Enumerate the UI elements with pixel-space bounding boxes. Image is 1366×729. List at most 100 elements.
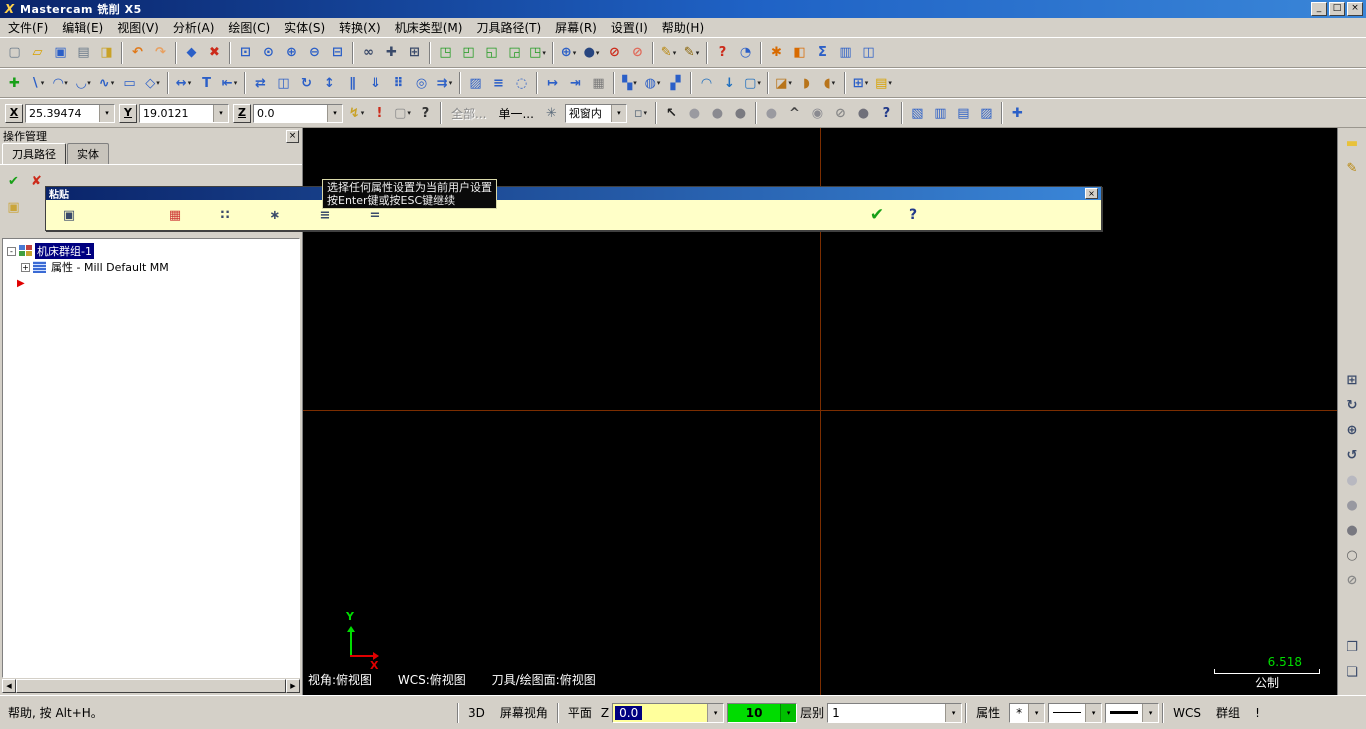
operations-manager-header[interactable]: 操作管理 × <box>0 128 302 144</box>
view-side[interactable]: ◲ <box>503 41 526 64</box>
z-depth-value[interactable]: 0.0 <box>615 705 643 720</box>
point-style-combo[interactable]: * ▾ <box>1009 702 1046 723</box>
selection-window-combo[interactable]: 视窗内 ▾ <box>564 103 627 123</box>
code-expert[interactable]: ▥ <box>834 41 857 64</box>
dynamic-rotate[interactable]: ∞ <box>357 41 380 64</box>
dimension-smart-dropdown[interactable]: ▾ <box>188 79 192 87</box>
fit-screen[interactable]: ⊞ <box>403 41 426 64</box>
line-width-combo[interactable]: ▾ <box>1105 702 1160 723</box>
title-bar[interactable]: X Mastercam 铣削 X5 _ □ × <box>0 0 1366 18</box>
wcs-planes[interactable]: ⊕ ▾ <box>557 41 580 64</box>
menu-edit[interactable]: 编辑(E) <box>55 17 110 38</box>
solid-fillet[interactable]: ◖ ▾ <box>818 72 841 95</box>
select-single-button[interactable]: 单一... <box>492 103 539 124</box>
create-fillet-dropdown[interactable]: ▾ <box>87 79 91 87</box>
tab-toolpaths[interactable]: 刀具路径 <box>2 143 66 164</box>
paste-ribbon-dialog[interactable]: 粘贴 × ▣ ▦ ∷ ∗ ≡ = ✔ ? <box>45 186 1102 231</box>
color-combo[interactable]: 10 ▾ <box>727 702 798 723</box>
menu-solids[interactable]: 实体(S) <box>277 17 332 38</box>
scroll-right-button[interactable]: ▶ <box>286 679 300 693</box>
clear-colors[interactable]: ▧ <box>906 102 929 125</box>
panel-horizontal-scrollbar[interactable]: ◀ ▶ <box>2 679 300 693</box>
color-arrow-icon[interactable]: ▾ <box>780 703 797 722</box>
menu-view[interactable]: 视图(V) <box>110 17 166 38</box>
toolpath-pocket[interactable]: ▢ ▾ <box>741 72 764 95</box>
quick-mask-lines[interactable]: ◉ <box>806 102 829 125</box>
wireframe-toggle[interactable]: ○ <box>1341 544 1364 567</box>
dimension-options-dropdown[interactable]: ▾ <box>234 79 238 87</box>
scroll-left-button[interactable]: ◀ <box>2 679 16 693</box>
paste-attribute[interactable]: ▣ <box>52 203 86 227</box>
blank-entity[interactable]: ⊘ <box>603 41 626 64</box>
create-fillet[interactable]: ◡ ▾ <box>72 72 95 95</box>
tolerance-sigma[interactable]: Σ <box>811 41 834 64</box>
right-page-copy[interactable]: ❐ <box>1341 636 1364 659</box>
y-dropdown-arrow-icon[interactable]: ▾ <box>213 104 228 122</box>
create-line[interactable]: ∖ ▾ <box>26 72 49 95</box>
attribute-line-style[interactable]: ∗ <box>258 203 292 227</box>
zoom-target[interactable]: ⊙ <box>257 41 280 64</box>
hatch[interactable]: ▦ <box>587 72 610 95</box>
machine-control-def[interactable]: ▞ <box>664 72 687 95</box>
zoom-in[interactable]: ⊕ <box>280 41 303 64</box>
line-style-arrow-icon[interactable]: ▾ <box>1085 703 1102 722</box>
create-polygon-dropdown[interactable]: ▾ <box>156 79 160 87</box>
zoom-out[interactable]: ⊖ <box>303 41 326 64</box>
ram-saver[interactable]: ◧ <box>788 41 811 64</box>
quick-mask-result[interactable]: ● <box>683 102 706 125</box>
fastpoint[interactable]: ↯ ▾ <box>345 102 368 125</box>
wcs-planes-dropdown[interactable]: ▾ <box>573 49 577 57</box>
grid-settings-dropdown[interactable]: ▾ <box>865 79 869 87</box>
xform-mirror[interactable]: ◫ <box>272 72 295 95</box>
panel-close-button[interactable]: × <box>286 129 299 143</box>
menu-toolpaths[interactable]: 刀具路径(T) <box>469 17 548 38</box>
prompt-exclaim-button[interactable]: ! <box>1249 704 1266 722</box>
tree-node-label[interactable]: 机床群组-1 <box>35 243 94 259</box>
grid-settings[interactable]: ⊞ ▾ <box>849 72 872 95</box>
screen-blank-entities[interactable]: ◌ <box>510 72 533 95</box>
paste-ok-button[interactable]: ✔ <box>862 205 892 225</box>
print[interactable]: ▤ <box>72 41 95 64</box>
line-width-arrow-icon[interactable]: ▾ <box>1142 703 1159 722</box>
xform-offset[interactable]: ∥ <box>341 72 364 95</box>
expand-box[interactable]: + <box>21 262 30 272</box>
menu-help[interactable]: 帮助(H) <box>655 17 711 38</box>
z-coordinate-value[interactable]: 0.0 <box>254 107 327 120</box>
collapse-box[interactable]: - <box>7 246 16 256</box>
z-axis-button[interactable]: Z <box>233 103 251 123</box>
tab-solids[interactable]: 实体 <box>67 143 109 164</box>
y-coordinate-value[interactable]: 19.0121 <box>140 107 213 120</box>
paste-dialog-titlebar[interactable]: 粘贴 × <box>46 187 1101 201</box>
copy-attributes[interactable]: ▥ <box>929 102 952 125</box>
view-front[interactable]: ◱ <box>480 41 503 64</box>
point-style[interactable]: ▢ ▾ <box>391 102 414 125</box>
screen-clear-colors[interactable]: ▨ <box>464 72 487 95</box>
right-repaint[interactable]: ↻ <box>1341 394 1364 417</box>
new-file[interactable]: ▢ <box>3 41 26 64</box>
select-all-operations[interactable]: ✔ <box>2 170 25 193</box>
group-button[interactable]: 群组 <box>1210 702 1246 723</box>
create-spline[interactable]: ∿ ▾ <box>95 72 118 95</box>
open-file[interactable]: ▱ <box>26 41 49 64</box>
point-style-value[interactable]: * <box>1010 706 1028 720</box>
menu-file[interactable]: 文件(F) <box>1 17 55 38</box>
unzoom[interactable]: ⊟ <box>326 41 349 64</box>
z-dropdown-arrow-icon[interactable]: ▾ <box>327 104 342 122</box>
plane-button[interactable]: 平面 <box>562 702 598 723</box>
solid-revolve[interactable]: ◗ <box>795 72 818 95</box>
print-preview[interactable]: ◨ <box>95 41 118 64</box>
mru-pencil[interactable]: ✎ <box>1341 157 1364 180</box>
set-attributes-from[interactable]: ▨ <box>975 102 998 125</box>
solid-extrude-dropdown[interactable]: ▾ <box>788 79 792 87</box>
scroll-thumb[interactable] <box>16 679 286 693</box>
x-axis-button[interactable]: X <box>5 103 23 123</box>
recent-functions-dropdown[interactable]: ▾ <box>888 79 892 87</box>
shade-sphere-light[interactable]: ● <box>1341 469 1364 492</box>
insertion-arrow-row[interactable]: ▶ <box>3 275 299 291</box>
level-value[interactable]: 1 <box>828 706 945 720</box>
toolpath-pocket-dropdown[interactable]: ▾ <box>757 79 761 87</box>
shade-sphere-dark[interactable]: ● <box>1341 519 1364 542</box>
create-polygon[interactable]: ◇ ▾ <box>141 72 164 95</box>
attributes-button[interactable]: 属性 <box>970 702 1006 723</box>
menu-xform[interactable]: 转换(X) <box>332 17 388 38</box>
